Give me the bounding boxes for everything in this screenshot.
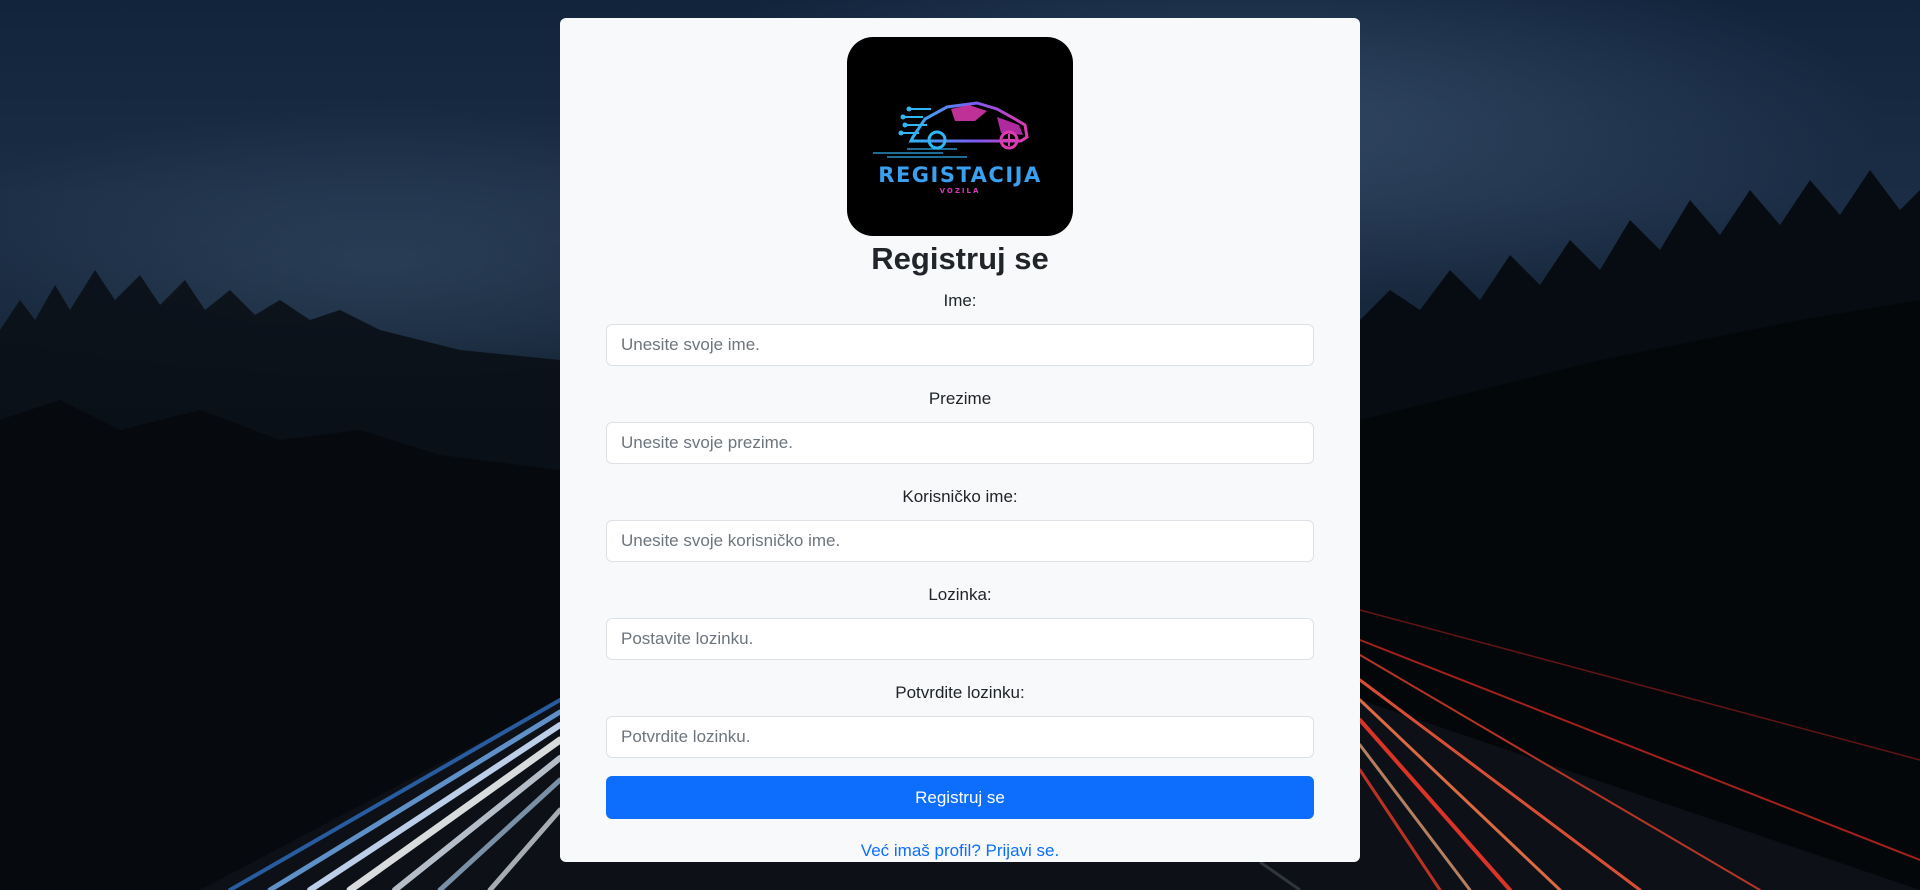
password-label: Lozinka: [928, 585, 992, 604]
logo-title: REGISTACIJA [878, 163, 1042, 187]
login-link[interactable]: Već imaš profil? Prijavi se. [861, 840, 1059, 862]
password-input[interactable] [606, 618, 1314, 660]
page-title: Registruj se [871, 241, 1049, 276]
car-circuit-icon [873, 101, 1029, 158]
first-name-label: Ime: [943, 291, 977, 310]
username-label: Korisničko ime: [902, 487, 1018, 506]
registration-card: REGISTACIJA VOZILA Registruj se Ime: Pre… [560, 18, 1360, 862]
register-button[interactable]: Registruj se [606, 776, 1314, 819]
confirm-password-input[interactable] [606, 716, 1314, 758]
confirm-password-label: Potvrdite lozinku: [895, 683, 1025, 702]
registration-form: Ime: Prezime Korisničko ime: Lozinka: Po… [606, 290, 1314, 862]
last-name-input[interactable] [606, 422, 1314, 464]
app-logo: REGISTACIJA VOZILA [847, 37, 1073, 236]
logo-subtitle: VOZILA [939, 187, 981, 195]
username-input[interactable] [606, 520, 1314, 562]
last-name-label: Prezime [928, 389, 992, 408]
first-name-input[interactable] [606, 324, 1314, 366]
